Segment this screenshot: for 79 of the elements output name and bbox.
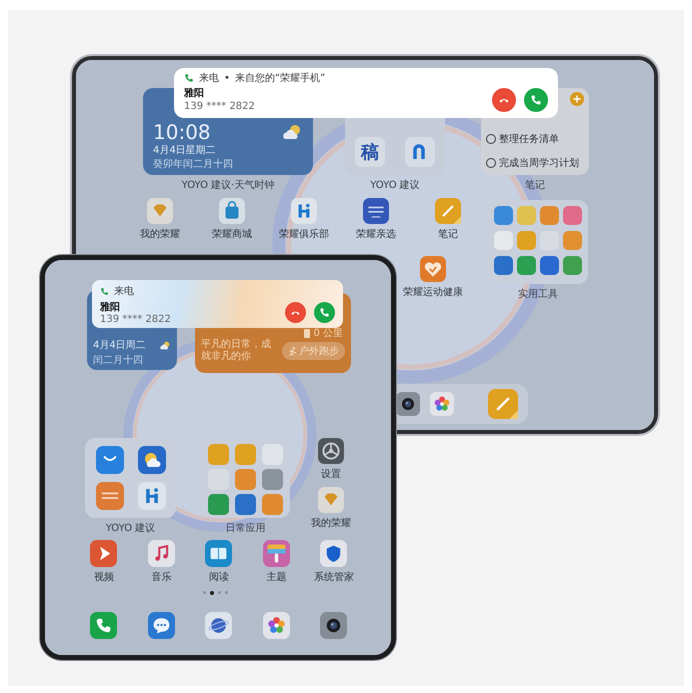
- page-indicator-dot[interactable]: [203, 591, 206, 594]
- phone-icon: [319, 307, 330, 318]
- app-folder[interactable]: [85, 438, 176, 518]
- widget-label: YOYO 建议·天气时钟: [182, 178, 274, 192]
- caller-name: 雅阳: [100, 300, 121, 314]
- widget-label: YOYO 建议: [370, 178, 420, 192]
- logo-icon[interactable]: [405, 137, 435, 167]
- paintbrush-icon[interactable]: [262, 540, 290, 567]
- flower-icon[interactable]: [430, 392, 454, 416]
- music-note-icon[interactable]: [148, 540, 175, 567]
- decline-button[interactable]: [285, 302, 306, 323]
- app-label: 阅读: [208, 570, 229, 584]
- weather-icon[interactable]: [138, 446, 166, 474]
- lines-tile-icon[interactable]: [96, 482, 124, 510]
- folder-label: 日常应用: [226, 522, 266, 535]
- phone-icon: [184, 73, 194, 83]
- phone-icon[interactable]: [90, 612, 118, 639]
- motto-text: 平凡的日常，成就非凡的你: [201, 339, 272, 363]
- weather-icon: [281, 124, 303, 140]
- caller-number: 139 **** 2822: [184, 100, 256, 113]
- app-label: 视频: [94, 570, 114, 584]
- app-label: 设置: [321, 468, 341, 481]
- pencil-icon[interactable]: [435, 198, 461, 224]
- logo-icon[interactable]: [291, 198, 317, 224]
- phone-icon: [100, 286, 109, 296]
- bar-icon: [304, 328, 310, 338]
- app-label: 荣耀亲选: [356, 228, 396, 241]
- page-indicator-dot[interactable]: [210, 591, 214, 595]
- notification-title: 来电: [199, 72, 219, 85]
- task-text: 完成当周学习计划: [499, 156, 579, 170]
- list-icon[interactable]: [363, 198, 389, 224]
- play-icon[interactable]: [90, 540, 118, 567]
- book-icon[interactable]: [205, 540, 232, 567]
- pencil-icon[interactable]: [488, 389, 518, 419]
- app-label: 我的荣耀: [311, 516, 351, 530]
- date-text: 4月4日周二: [93, 339, 146, 352]
- lunar-date-text: 闰二月十四: [93, 354, 144, 367]
- app-label: 系统管家: [314, 570, 354, 584]
- app-label: 荣耀商城: [212, 228, 252, 241]
- folder-label: 实用工具: [518, 288, 558, 301]
- app-icon[interactable]: 稿: [355, 137, 385, 167]
- lunar-date-text: 癸卯年闰二月十四: [153, 158, 234, 171]
- caller-number: 139 **** 2822: [100, 314, 172, 325]
- decline-button[interactable]: [492, 88, 516, 112]
- shield-icon[interactable]: [320, 540, 348, 567]
- logo-icon[interactable]: [138, 482, 166, 510]
- distance-text: 0 公里: [313, 327, 343, 340]
- incoming-call-notification[interactable]: 来电 • 来自您的“荣耀手机” 雅阳 139 **** 2822: [174, 68, 558, 118]
- separator-dot: •: [224, 72, 230, 84]
- chat-bubble-icon[interactable]: [148, 612, 175, 639]
- notification-source: 来自您的“荣耀手机”: [234, 72, 326, 85]
- app-label: 荣耀俱乐部: [279, 228, 329, 241]
- app-label: 我的荣耀: [140, 228, 180, 241]
- page-indicator-dot[interactable]: [225, 591, 228, 594]
- app-label: 荣耀运动健康: [403, 286, 463, 299]
- folder-label: YOYO 建议: [106, 522, 156, 535]
- caller-name: 雅阳: [184, 87, 205, 100]
- date-text: 4月4日星期二: [153, 144, 217, 157]
- add-icon[interactable]: [570, 92, 584, 106]
- app-label: 音乐: [151, 570, 172, 584]
- phone-icon: [530, 94, 542, 106]
- checkbox[interactable]: [486, 134, 496, 144]
- incoming-call-notification[interactable]: 来电 雅阳 139 **** 2822: [92, 280, 343, 328]
- answer-button[interactable]: [314, 302, 335, 323]
- flower-icon[interactable]: [262, 612, 290, 639]
- clock-time: 10:08: [153, 121, 211, 143]
- planet-icon[interactable]: [205, 612, 232, 639]
- runner-icon: [288, 346, 297, 356]
- weather-icon: [159, 340, 171, 350]
- camera-icon[interactable]: [320, 612, 348, 639]
- checkbox[interactable]: [486, 158, 496, 168]
- settings-icon[interactable]: [318, 438, 344, 464]
- page-indicator-dot[interactable]: [218, 591, 221, 594]
- app-label: 主题: [266, 570, 286, 584]
- answer-button[interactable]: [524, 88, 548, 112]
- task-text: 整理任务清单: [499, 132, 559, 146]
- app-label: 笔记: [438, 228, 458, 241]
- camera-icon[interactable]: [396, 392, 420, 416]
- widget-label: 笔记: [525, 179, 545, 192]
